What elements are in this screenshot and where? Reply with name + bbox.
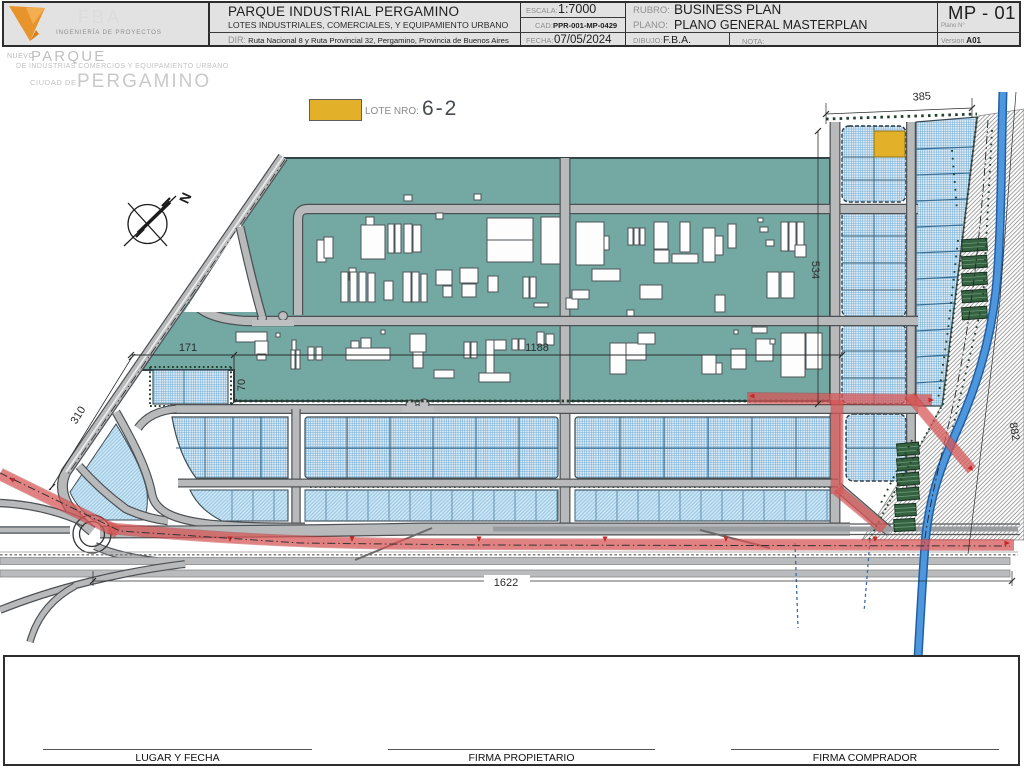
svg-text:1622: 1622 <box>494 577 518 589</box>
svg-text:171: 171 <box>179 342 197 354</box>
svg-text:INGENIERÍA DE PROYECTOS: INGENIERÍA DE PROYECTOS <box>56 29 162 36</box>
svg-text:N: N <box>176 190 195 206</box>
svg-text:70: 70 <box>236 379 248 391</box>
svg-text:1188: 1188 <box>525 342 549 354</box>
svg-text:385: 385 <box>912 90 931 103</box>
svg-text:310: 310 <box>69 404 89 426</box>
svg-text:FBA: FBA <box>78 7 122 27</box>
svg-text:534: 534 <box>809 261 821 279</box>
